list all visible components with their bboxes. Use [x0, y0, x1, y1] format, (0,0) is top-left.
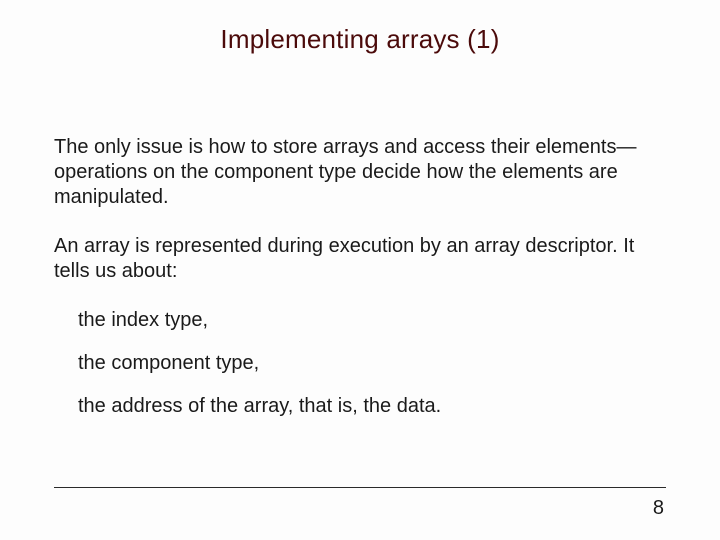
page-number: 8 [653, 497, 664, 520]
footer-divider [54, 487, 666, 488]
list-item: the index type, [78, 308, 666, 333]
slide: Implementing arrays (1) The only issue i… [0, 0, 720, 540]
list-item: the component type, [78, 351, 666, 376]
body-paragraph: An array is represented during execution… [54, 234, 666, 284]
list-item: the address of the array, that is, the d… [78, 394, 666, 419]
body-paragraph: The only issue is how to store arrays an… [54, 135, 666, 210]
slide-title: Implementing arrays (1) [54, 24, 666, 55]
